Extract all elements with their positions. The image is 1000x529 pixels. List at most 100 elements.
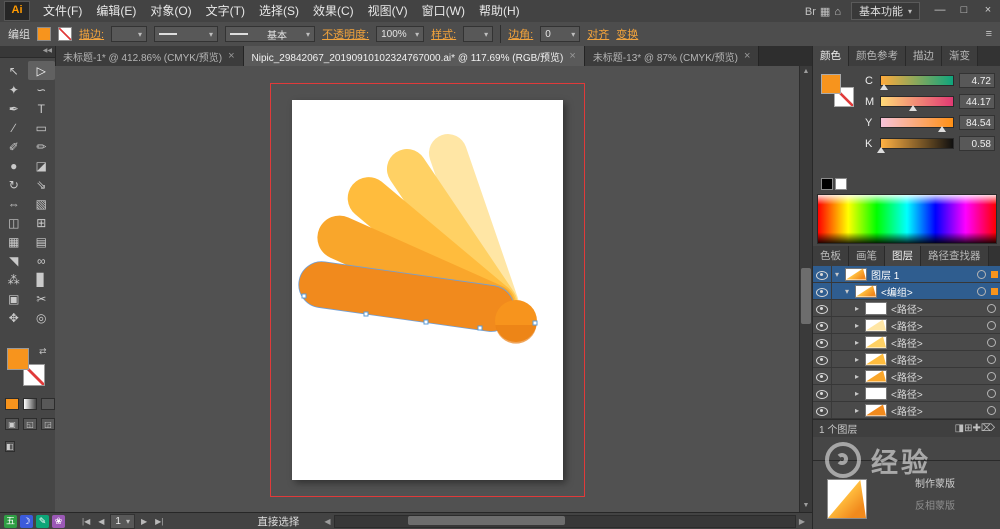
- visibility-eye-icon[interactable]: [813, 283, 832, 299]
- close-tab-icon[interactable]: ×: [228, 50, 234, 62]
- scale-tool[interactable]: ⇘: [28, 175, 56, 194]
- mesh-tool[interactable]: ▦: [0, 232, 28, 251]
- bridge-icon[interactable]: Br: [803, 6, 818, 18]
- scroll-left-icon[interactable]: ◀: [321, 517, 333, 526]
- visibility-eye-icon[interactable]: [813, 300, 832, 316]
- delete-layer-icon[interactable]: ⌦: [981, 423, 995, 434]
- layer-thumbnail[interactable]: [865, 352, 887, 366]
- layer-target-icon[interactable]: [987, 303, 996, 313]
- style-panel-link[interactable]: 样式:: [431, 26, 456, 42]
- document-tab[interactable]: Nipic_29842067_20190910102324767000.ai* …: [243, 46, 585, 66]
- tray-icon-3[interactable]: ❀: [52, 514, 65, 528]
- channel-slider-knob[interactable]: [937, 126, 946, 132]
- panel-tab[interactable]: 颜色: [813, 46, 849, 66]
- layer-name[interactable]: <路径>: [891, 318, 987, 333]
- visibility-eye-icon[interactable]: [813, 385, 832, 401]
- opacity-select[interactable]: 100% ▾: [376, 26, 425, 42]
- layer-target-icon[interactable]: [987, 337, 996, 347]
- minimize-button[interactable]: —: [928, 0, 952, 22]
- next-artboard-button[interactable]: ▶: [139, 517, 149, 526]
- channel-slider[interactable]: [880, 117, 954, 132]
- layer-target-icon[interactable]: [987, 388, 996, 398]
- eyedropper-tool[interactable]: ◥: [0, 251, 28, 270]
- layer-thumbnail[interactable]: [845, 267, 867, 281]
- slice-tool[interactable]: ✂: [28, 289, 56, 308]
- visibility-eye-icon[interactable]: [813, 266, 832, 282]
- panel-tab[interactable]: 颜色参考: [849, 46, 906, 66]
- expand-caret-icon[interactable]: ▸: [855, 338, 865, 347]
- scroll-down-icon[interactable]: ▼: [800, 500, 812, 512]
- direct-selection-tool[interactable]: ▷: [27, 61, 55, 80]
- style-select[interactable]: ▾: [463, 26, 494, 42]
- lasso-tool[interactable]: ∽: [28, 80, 56, 99]
- channel-slider-knob[interactable]: [908, 105, 917, 111]
- expand-caret-icon[interactable]: ▸: [855, 355, 865, 364]
- layer-row[interactable]: ▸ <路径>: [813, 317, 1000, 334]
- eraser-tool[interactable]: ◪: [28, 156, 56, 175]
- corner-value-field[interactable]: 0 ▾: [540, 26, 581, 42]
- channel-slider[interactable]: [880, 75, 954, 90]
- transform-panel-link[interactable]: 变换: [616, 26, 638, 42]
- horizontal-scroll-track[interactable]: [333, 514, 796, 528]
- menu-item[interactable]: 选择(S): [252, 0, 306, 22]
- layer-row[interactable]: ▸ <路径>: [813, 334, 1000, 351]
- layer-name[interactable]: <路径>: [891, 335, 987, 350]
- menu-item[interactable]: 文字(T): [199, 0, 252, 22]
- artboard[interactable]: [292, 100, 563, 480]
- menu-item[interactable]: 文件(F): [36, 0, 89, 22]
- width-tool[interactable]: ⇔: [0, 194, 28, 213]
- document-tab[interactable]: 未标题-13* @ 87% (CMYK/预览) ×: [584, 46, 760, 66]
- stroke-profile-select[interactable]: ▾: [154, 26, 219, 42]
- panel-tab[interactable]: 路径查找器: [921, 246, 989, 266]
- tool-fill-swatch[interactable]: [7, 348, 29, 370]
- draw-inside-button[interactable]: ◲: [41, 418, 55, 430]
- channel-value-field[interactable]: 44.17: [959, 94, 995, 109]
- menu-item[interactable]: 窗口(W): [415, 0, 472, 22]
- channel-slider-knob[interactable]: [880, 84, 889, 90]
- menu-item[interactable]: 效果(C): [306, 0, 361, 22]
- logo-artwork[interactable]: [292, 100, 563, 480]
- symbol-sprayer-tool[interactable]: ⁂: [0, 270, 28, 289]
- control-bar-menu-icon[interactable]: ≡: [986, 28, 992, 40]
- menu-item[interactable]: 编辑(E): [89, 0, 143, 22]
- opacity-mask-thumbnail[interactable]: [827, 479, 867, 519]
- layer-thumbnail[interactable]: [865, 335, 887, 349]
- layer-target-icon[interactable]: [987, 320, 996, 330]
- shape-builder-tool[interactable]: ◫: [0, 213, 28, 232]
- arrange-documents-icon[interactable]: ▦: [818, 6, 832, 18]
- line-segment-tool[interactable]: ∕: [0, 118, 28, 137]
- expand-caret-icon[interactable]: ▾: [845, 287, 855, 296]
- screen-mode-button[interactable]: ◧: [5, 441, 15, 452]
- canvas-area[interactable]: ▲ ▼: [55, 66, 812, 512]
- layer-row[interactable]: ▸ <路径>: [813, 300, 1000, 317]
- layer-thumbnail[interactable]: [865, 369, 887, 383]
- hand-tool[interactable]: ✥: [0, 308, 28, 327]
- layer-row[interactable]: ▾ <编组>: [813, 283, 1000, 300]
- menu-item[interactable]: 帮助(H): [472, 0, 527, 22]
- restore-button[interactable]: □: [952, 0, 976, 22]
- make-clip-mask-icon[interactable]: ◨: [955, 423, 964, 434]
- scroll-up-icon[interactable]: ▲: [800, 66, 812, 78]
- swap-fill-stroke-icon[interactable]: ⇄: [39, 346, 47, 357]
- layer-row[interactable]: ▸ <路径>: [813, 351, 1000, 368]
- layer-target-icon[interactable]: [987, 371, 996, 381]
- layer-thumbnail[interactable]: [865, 403, 887, 417]
- layer-row[interactable]: ▸ <路径>: [813, 368, 1000, 385]
- column-graph-tool[interactable]: ▊: [28, 270, 56, 289]
- blend-tool[interactable]: ∞: [28, 251, 56, 270]
- gradient-mode-button[interactable]: [23, 398, 37, 410]
- prev-artboard-button[interactable]: ◀: [96, 517, 106, 526]
- layer-target-icon[interactable]: [977, 269, 986, 279]
- channel-slider[interactable]: [880, 96, 954, 111]
- opacity-panel-link[interactable]: 不透明度:: [322, 26, 369, 42]
- panel-tab[interactable]: 色板: [813, 246, 849, 266]
- draw-normal-button[interactable]: ▣: [5, 418, 19, 430]
- visibility-eye-icon[interactable]: [813, 402, 832, 418]
- layer-row[interactable]: ▾ 图层 1: [813, 266, 1000, 283]
- tray-icon-0[interactable]: 五: [4, 514, 17, 528]
- layer-target-icon[interactable]: [987, 354, 996, 364]
- rectangle-tool[interactable]: ▭: [28, 118, 56, 137]
- layer-thumbnail[interactable]: [865, 386, 887, 400]
- collapse-panel-icon[interactable]: ◀◀: [0, 46, 55, 58]
- align-panel-link[interactable]: 对齐: [587, 26, 609, 42]
